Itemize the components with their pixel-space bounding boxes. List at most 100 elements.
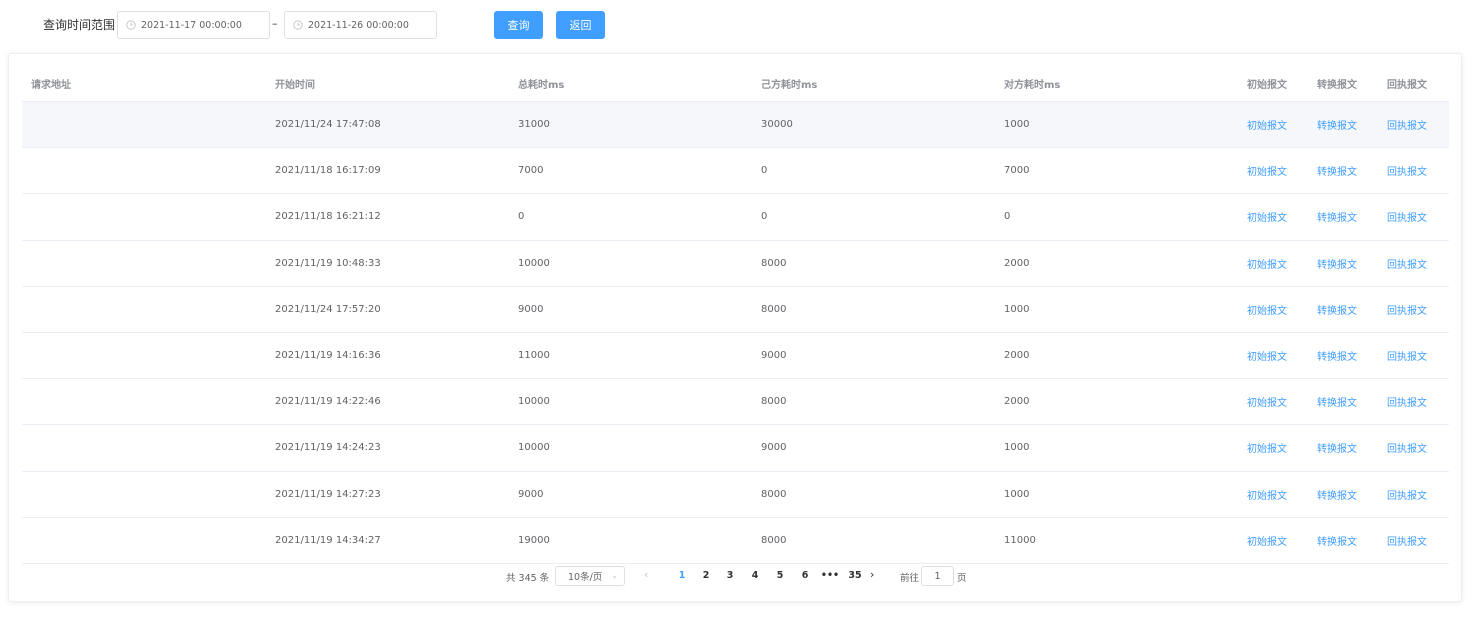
header-total-time: 总耗时ms [518, 80, 565, 91]
receipt-message-link[interactable]: 回执报文 [1387, 533, 1427, 548]
filter-bar: 查询时间范围 – 查询 返回 [0, 0, 1472, 52]
goto-label: 前往 [900, 573, 920, 584]
cell-start-time: 2021/11/19 14:24:23 [275, 442, 381, 454]
header-initial-message: 初始报文 [1247, 80, 1287, 91]
page-1[interactable]: 1 [672, 570, 692, 581]
cell-other-time: 2000 [1004, 396, 1030, 408]
initial-message-link[interactable]: 初始报文 [1247, 163, 1287, 178]
initial-message-link[interactable]: 初始报文 [1247, 440, 1287, 455]
receipt-message-link[interactable]: 回执报文 [1387, 394, 1427, 409]
converted-message-link[interactable]: 转换报文 [1317, 256, 1357, 271]
page-4[interactable]: 4 [745, 570, 765, 581]
converted-message-link[interactable]: 转换报文 [1317, 487, 1357, 502]
cell-other-time: 1000 [1004, 119, 1030, 131]
receipt-message-link[interactable]: 回执报文 [1387, 163, 1427, 178]
end-date-picker[interactable] [284, 11, 437, 39]
cell-total-time: 19000 [518, 534, 550, 546]
receipt-message-link[interactable]: 回执报文 [1387, 117, 1427, 132]
cell-other-time: 1000 [1004, 488, 1030, 500]
initial-message-link[interactable]: 初始报文 [1247, 117, 1287, 132]
header-request-url: 请求地址 [31, 80, 71, 91]
cell-start-time: 2021/11/19 10:48:33 [275, 257, 381, 269]
more-pages-icon[interactable]: ••• [820, 570, 840, 581]
cell-total-time: 11000 [518, 350, 550, 362]
converted-message-link[interactable]: 转换报文 [1317, 302, 1357, 317]
results-table: 请求地址 开始时间 总耗时ms 己方耗时ms 对方耗时ms 初始报文 转换报文 … [22, 66, 1449, 564]
cell-start-time: 2021/11/19 14:34:27 [275, 534, 381, 546]
initial-message-link[interactable]: 初始报文 [1247, 302, 1287, 317]
table-row: 2021/11/19 14:22:46 10000 8000 2000 初始报文… [22, 379, 1449, 426]
cell-other-time: 11000 [1004, 534, 1036, 546]
receipt-message-link[interactable]: 回执报文 [1387, 256, 1427, 271]
cell-own-time: 8000 [761, 257, 787, 269]
converted-message-link[interactable]: 转换报文 [1317, 533, 1357, 548]
receipt-message-link[interactable]: 回执报文 [1387, 209, 1427, 224]
initial-message-link[interactable]: 初始报文 [1247, 394, 1287, 409]
page-unit-label: 页 [957, 573, 967, 584]
cell-total-time: 10000 [518, 442, 550, 454]
table-row: 2021/11/19 14:27:23 9000 8000 1000 初始报文 … [22, 472, 1449, 518]
receipt-message-link[interactable]: 回执报文 [1387, 348, 1427, 363]
receipt-message-link[interactable]: 回执报文 [1387, 302, 1427, 317]
cell-start-time: 2021/11/18 16:17:09 [275, 165, 381, 177]
page-size-select[interactable]: 10条/页 ⌄ [555, 566, 625, 586]
header-own-time: 己方耗时ms [761, 80, 818, 91]
cell-total-time: 31000 [518, 119, 550, 131]
cell-own-time: 8000 [761, 396, 787, 408]
pagination: 共 345 条 10条/页 ⌄ ‹ 1 2 3 4 5 6 ••• 35 › 前… [9, 565, 1463, 587]
header-start-time: 开始时间 [275, 80, 315, 91]
goto-page-input[interactable] [921, 566, 954, 586]
back-button[interactable]: 返回 [556, 11, 605, 39]
cell-start-time: 2021/11/18 16:21:12 [275, 211, 381, 223]
table-row: 2021/11/19 14:16:36 11000 9000 2000 初始报文… [22, 333, 1449, 380]
table-row: 2021/11/18 16:21:12 0 0 0 初始报文 转换报文 回执报文 [22, 194, 1449, 241]
converted-message-link[interactable]: 转换报文 [1317, 163, 1357, 178]
converted-message-link[interactable]: 转换报文 [1317, 348, 1357, 363]
table-row: 2021/11/19 10:48:33 10000 8000 2000 初始报文… [22, 241, 1449, 287]
table-row: 2021/11/19 14:24:23 10000 9000 1000 初始报文… [22, 425, 1449, 472]
cell-own-time: 9000 [761, 442, 787, 454]
cell-other-time: 7000 [1004, 165, 1030, 177]
results-card: 请求地址 开始时间 总耗时ms 己方耗时ms 对方耗时ms 初始报文 转换报文 … [8, 53, 1462, 602]
cell-own-time: 8000 [761, 534, 787, 546]
page-5[interactable]: 5 [770, 570, 790, 581]
converted-message-link[interactable]: 转换报文 [1317, 209, 1357, 224]
page-2[interactable]: 2 [696, 570, 716, 581]
page-35[interactable]: 35 [845, 570, 865, 581]
cell-start-time: 2021/11/19 14:27:23 [275, 488, 381, 500]
cell-other-time: 1000 [1004, 442, 1030, 454]
cell-total-time: 0 [518, 211, 525, 223]
cell-total-time: 10000 [518, 396, 550, 408]
initial-message-link[interactable]: 初始报文 [1247, 487, 1287, 502]
query-button[interactable]: 查询 [494, 11, 543, 39]
initial-message-link[interactable]: 初始报文 [1247, 348, 1287, 363]
converted-message-link[interactable]: 转换报文 [1317, 440, 1357, 455]
header-converted-message: 转换报文 [1317, 80, 1357, 91]
end-date-input[interactable] [308, 15, 428, 35]
cell-start-time: 2021/11/24 17:57:20 [275, 303, 381, 315]
chevron-down-icon: ⌄ [611, 571, 618, 580]
initial-message-link[interactable]: 初始报文 [1247, 533, 1287, 548]
receipt-message-link[interactable]: 回执报文 [1387, 440, 1427, 455]
start-date-input[interactable] [141, 15, 261, 35]
start-date-picker[interactable] [117, 11, 270, 39]
table-row: 2021/11/18 16:17:09 7000 0 7000 初始报文 转换报… [22, 148, 1449, 195]
cell-own-time: 8000 [761, 303, 787, 315]
header-receipt-message: 回执报文 [1387, 80, 1427, 91]
cell-other-time: 1000 [1004, 303, 1030, 315]
receipt-message-link[interactable]: 回执报文 [1387, 487, 1427, 502]
converted-message-link[interactable]: 转换报文 [1317, 117, 1357, 132]
header-other-time: 对方耗时ms [1004, 80, 1061, 91]
initial-message-link[interactable]: 初始报文 [1247, 256, 1287, 271]
page-6[interactable]: 6 [795, 570, 815, 581]
cell-own-time: 30000 [761, 119, 793, 131]
chevron-right-icon[interactable]: › [870, 568, 874, 581]
cell-own-time: 0 [761, 211, 768, 223]
table-header: 请求地址 开始时间 总耗时ms 己方耗时ms 对方耗时ms 初始报文 转换报文 … [22, 66, 1449, 102]
total-count: 共 345 条 [506, 573, 550, 584]
clock-icon [126, 20, 136, 30]
initial-message-link[interactable]: 初始报文 [1247, 209, 1287, 224]
page-3[interactable]: 3 [720, 570, 740, 581]
chevron-left-icon[interactable]: ‹ [644, 568, 648, 581]
converted-message-link[interactable]: 转换报文 [1317, 394, 1357, 409]
